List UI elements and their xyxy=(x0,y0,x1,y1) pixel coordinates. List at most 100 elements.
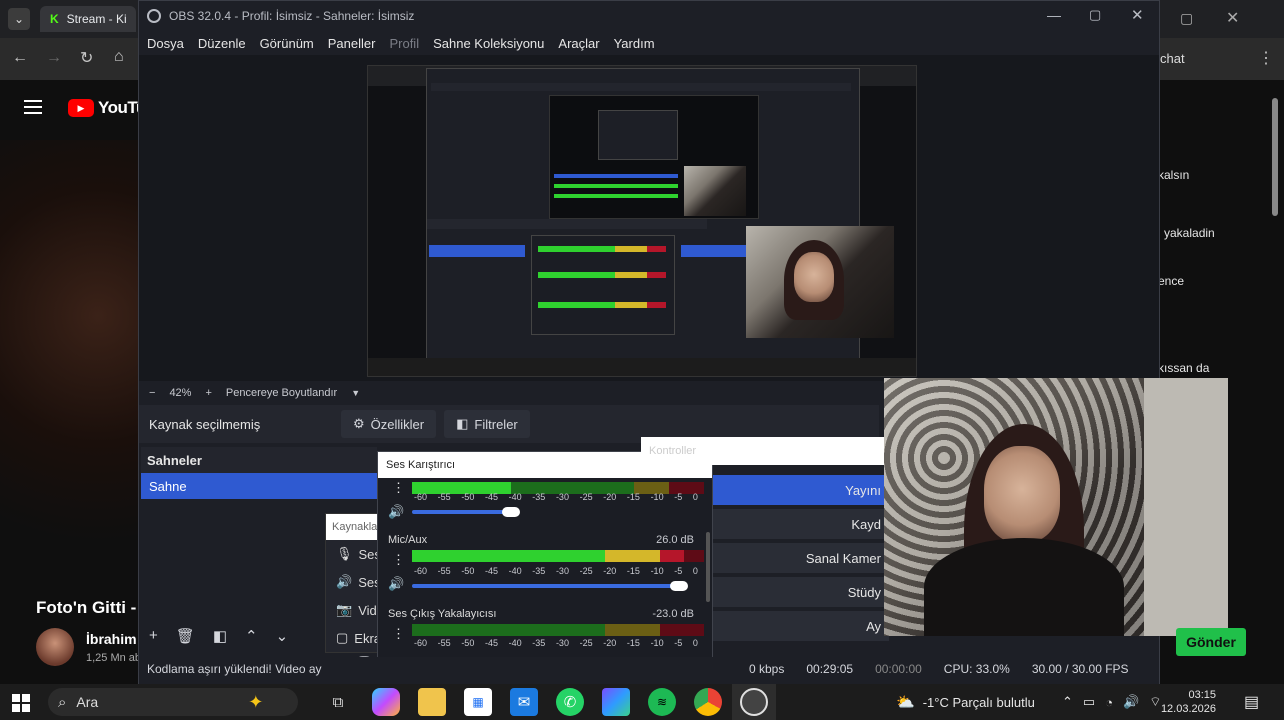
filter-icon[interactable]: ◧ xyxy=(213,627,227,645)
add-icon[interactable]: + xyxy=(149,627,158,645)
tab-list-button[interactable]: ⌄ xyxy=(8,8,30,30)
taskbar-search[interactable]: ⌕ Ara ✦ xyxy=(48,688,298,716)
notification-icon[interactable]: ▤ xyxy=(1244,684,1259,720)
task-view-icon[interactable]: ⧉ xyxy=(324,688,352,716)
properties-button[interactable]: ⚙ Özellikler xyxy=(341,410,437,438)
minimize-icon[interactable]: — xyxy=(1047,7,1061,23)
mail-icon[interactable]: ✉ xyxy=(510,688,538,716)
mixer-scale-tick: -15 xyxy=(626,638,640,648)
start-recording-button[interactable]: Kayd xyxy=(713,509,889,539)
whatsapp-icon[interactable]: ✆ xyxy=(556,688,584,716)
chat-line: ence xyxy=(1158,274,1185,288)
trash-icon[interactable]: 🗑 xyxy=(176,627,195,645)
spotify-icon[interactable]: ≋ xyxy=(648,688,676,716)
filters-button[interactable]: ◧ Filtreler xyxy=(444,410,530,438)
obs-menubar: Dosya Düzenle Görünüm Paneller Profil Sa… xyxy=(139,31,1159,55)
volume-slider-knob[interactable] xyxy=(670,581,688,591)
menu-profil[interactable]: Profil xyxy=(389,36,419,51)
chevron-up-icon[interactable]: ⌃ xyxy=(245,627,258,645)
store-icon[interactable]: ▦ xyxy=(464,688,492,716)
mixer-scale-tick: -15 xyxy=(626,566,640,576)
mixer-scale-tick: -60 xyxy=(414,566,428,576)
close-icon[interactable]: ✕ xyxy=(1131,6,1144,24)
mixer-scale-tick: -35 xyxy=(532,638,546,648)
volume-icon[interactable]: 🔊 xyxy=(1123,694,1139,710)
mixer-scrollbar[interactable] xyxy=(706,532,710,602)
mixer-scale-tick: -25 xyxy=(579,566,593,576)
clock-time: 03:15 xyxy=(1188,689,1216,701)
fit-to-window[interactable]: Pencereye Boyutlandır xyxy=(226,387,337,399)
menu-duzenle[interactable]: Düzenle xyxy=(198,36,246,51)
chevron-up-icon[interactable]: ⌃ xyxy=(1062,694,1073,710)
maximize-icon[interactable]: ▢ xyxy=(1089,7,1101,23)
chat-scrollbar[interactable] xyxy=(1272,98,1278,216)
mixer-scale-tick: -50 xyxy=(461,566,475,576)
hamburger-icon[interactable] xyxy=(24,100,42,114)
weather-widget[interactable]: ⛅ -1°C Parçalı bulutlu xyxy=(896,684,1035,720)
zoom-out-button[interactable]: − xyxy=(149,387,155,399)
chat-send-button[interactable]: Gönder xyxy=(1176,628,1246,656)
scene-item[interactable]: Sahne xyxy=(141,473,377,499)
home-icon[interactable]: ⌂ xyxy=(114,48,124,66)
start-windows-icon[interactable] xyxy=(12,694,30,712)
filter-icon: ◧ xyxy=(456,416,469,431)
webcam-person-face xyxy=(984,446,1060,542)
wifi-icon[interactable]: ⌔ xyxy=(1149,694,1161,710)
file-explorer-icon[interactable] xyxy=(418,688,446,716)
more-menu-icon[interactable]: ⋮ xyxy=(1258,48,1274,68)
video-title: Foto'n Gitti - xyxy=(36,598,137,617)
program-preview[interactable] xyxy=(367,65,917,377)
speaker-icon[interactable]: 🔊 xyxy=(388,504,404,520)
battery-icon[interactable]: ▭ xyxy=(1083,694,1095,710)
browser-close-icon[interactable]: ✕ xyxy=(1226,8,1239,28)
weather-icon: ⛅ xyxy=(896,694,915,711)
zoom-bar: − 42% + Pencereye Boyutlandır ▼ xyxy=(139,381,879,405)
controls-dock: Yayını Kayd Sanal Kamer Stüdy Ay xyxy=(713,471,889,651)
kick-icon: K xyxy=(50,12,59,26)
settings-button[interactable]: Ay xyxy=(713,611,889,641)
forward-icon[interactable]: → xyxy=(46,49,62,67)
browser-tab-kick[interactable]: K Stream - Kick xyxy=(40,6,136,32)
preview-webcam-overlay xyxy=(746,226,894,338)
volume-slider[interactable] xyxy=(412,584,682,588)
mixer-scale-tick: -50 xyxy=(461,638,475,648)
mixer-scale-tick: -40 xyxy=(508,638,522,648)
chat-line: i yakaladin xyxy=(1158,226,1215,240)
back-icon[interactable]: ← xyxy=(12,49,28,67)
chrome-icon[interactable] xyxy=(694,688,722,716)
volume-slider[interactable] xyxy=(412,510,512,514)
chevron-down-icon[interactable]: ⌄ xyxy=(276,627,289,645)
clock[interactable]: 03:15 12.03.2026 xyxy=(1161,684,1216,720)
copilot-icon[interactable] xyxy=(372,688,400,716)
mixer-scale-tick: -20 xyxy=(603,638,617,648)
volume-slider-knob[interactable] xyxy=(502,507,520,517)
start-streaming-button[interactable]: Yayını xyxy=(713,475,889,505)
channel-db: -23.0 dB xyxy=(652,608,694,620)
m365-icon[interactable] xyxy=(602,688,630,716)
virtual-camera-button[interactable]: Sanal Kamer xyxy=(713,543,889,573)
mixer-scale-tick: -40 xyxy=(508,566,522,576)
zoom-in-button[interactable]: + xyxy=(205,387,211,399)
obs-titlebar: OBS 32.0.4 - Profil: İsimsiz - Sahneler:… xyxy=(139,1,1159,31)
channel-menu-icon[interactable]: ⋮ xyxy=(392,480,405,496)
channel-menu-icon[interactable]: ⋮ xyxy=(392,626,405,642)
menu-dosya[interactable]: Dosya xyxy=(147,36,184,51)
kbps-readout: 0 kbps xyxy=(749,662,785,676)
menu-yardim[interactable]: Yardım xyxy=(614,36,655,51)
studio-mode-button[interactable]: Stüdy xyxy=(713,577,889,607)
channel-name[interactable]: İbrahim xyxy=(86,631,137,647)
channel-avatar[interactable] xyxy=(36,628,74,666)
network-icon[interactable]: ◔ xyxy=(1105,695,1113,710)
chevron-down-icon[interactable]: ▼ xyxy=(351,388,360,398)
volume-meter xyxy=(412,550,704,562)
channel-menu-icon[interactable]: ⋮ xyxy=(392,552,405,568)
mixer-scale-tick: -15 xyxy=(626,492,640,502)
browser-maximize-icon[interactable]: ▢ xyxy=(1180,10,1193,27)
menu-gorunum[interactable]: Görünüm xyxy=(260,36,314,51)
menu-sahne-koleksiyonu[interactable]: Sahne Koleksiyonu xyxy=(433,36,544,51)
menu-araclar[interactable]: Araçlar xyxy=(558,36,599,51)
reload-icon[interactable]: ↻ xyxy=(80,48,93,68)
mixer-scale-tick: -10 xyxy=(650,638,664,648)
speaker-icon[interactable]: 🔊 xyxy=(388,576,404,592)
menu-paneller[interactable]: Paneller xyxy=(328,36,376,51)
